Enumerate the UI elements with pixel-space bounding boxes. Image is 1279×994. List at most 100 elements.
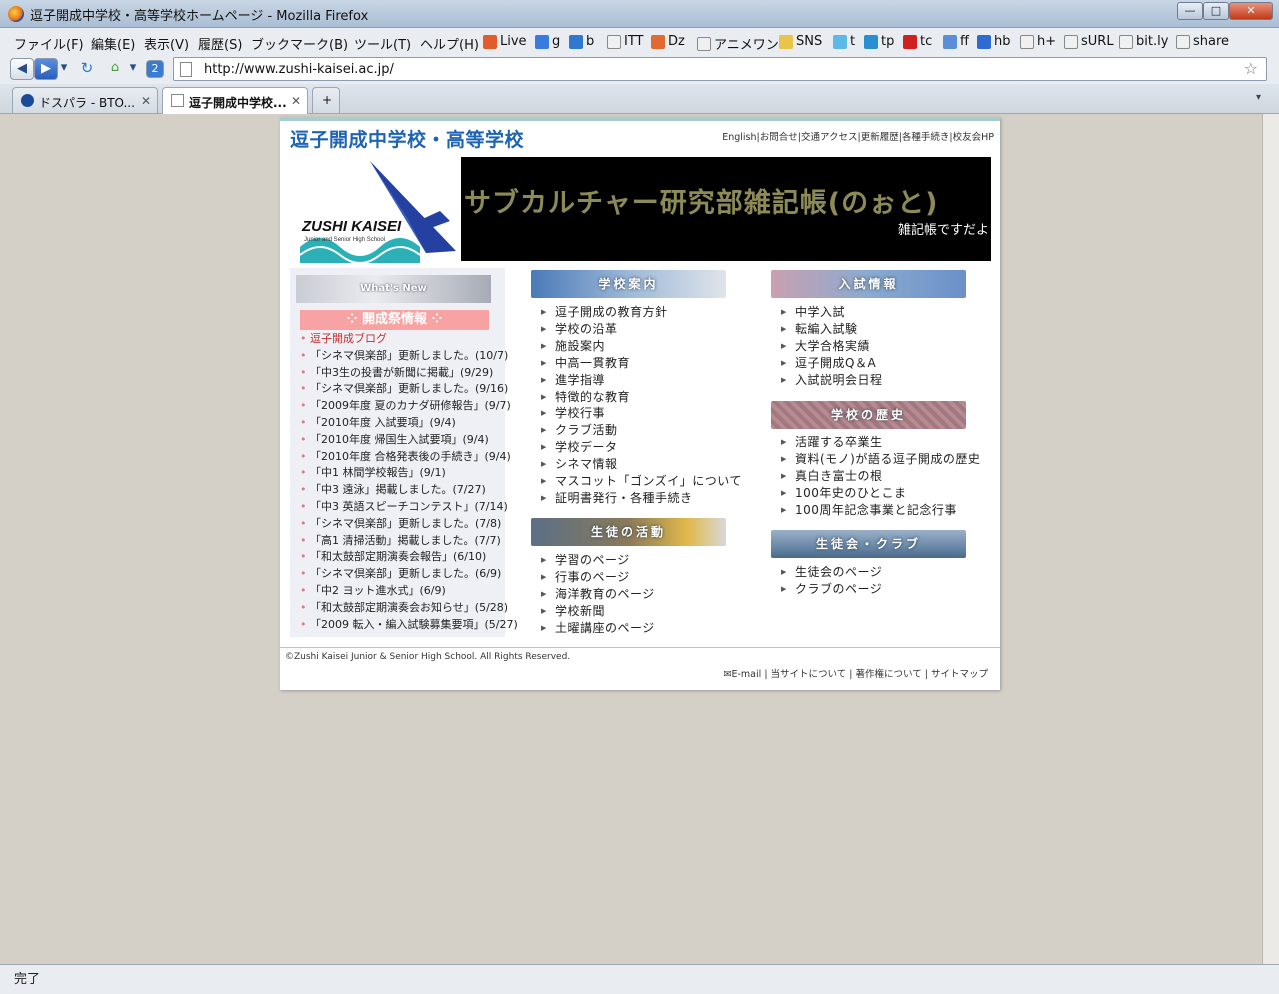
maximize-button[interactable]: □: [1203, 2, 1229, 20]
tab-dospara[interactable]: ドスパラ - BTO... ✕: [12, 87, 158, 113]
bookmark-item[interactable]: Live: [483, 34, 527, 49]
news-item[interactable]: 「中3 遠泳」掲載しました。(7/27): [300, 482, 518, 499]
nav-link[interactable]: 逗子開成の教育方針: [541, 304, 742, 321]
menu-edit[interactable]: 編集(E): [91, 34, 135, 53]
tab-close-icon[interactable]: ✕: [141, 94, 151, 108]
bookmark-item[interactable]: ff: [943, 34, 969, 49]
bookmark-item[interactable]: tc: [903, 34, 932, 49]
nav-link[interactable]: 100周年記念事業と記念行事: [781, 502, 980, 519]
tab-list-icon[interactable]: ▾: [1256, 92, 1261, 103]
news-item[interactable]: 「和太鼓部定期演奏会報告」(6/10): [300, 549, 518, 566]
section-header-history[interactable]: 学校の歴史: [771, 401, 966, 429]
news-item[interactable]: 「中2 ヨット進水式」(6/9): [300, 583, 518, 600]
news-item[interactable]: 「2009年度 夏のカナダ研修報告」(9/7): [300, 398, 518, 415]
tab-zushi-kaisei[interactable]: 逗子開成中学校... ✕: [162, 87, 308, 114]
site-title[interactable]: 逗子開成中学校・高等学校: [290, 125, 524, 152]
nav-link[interactable]: 証明書発行・各種手続き: [541, 490, 742, 507]
nav-link[interactable]: 学校新聞: [541, 603, 655, 620]
nav-link[interactable]: 学校データ: [541, 439, 742, 456]
nav-link[interactable]: 100年史のひとこま: [781, 485, 980, 502]
nav-link[interactable]: 学校の沿革: [541, 321, 742, 338]
nav-link[interactable]: 学習のページ: [541, 552, 655, 569]
news-item[interactable]: 「シネマ倶楽部」更新しました。(9/16): [300, 381, 518, 398]
news-item[interactable]: 「中3 英語スピーチコンテスト」(7/14): [300, 499, 518, 516]
news-item[interactable]: 「2010年度 入試要項」(9/4): [300, 415, 518, 432]
nav-link[interactable]: 進学指導: [541, 372, 742, 389]
bookmark-item[interactable]: hb: [977, 34, 1011, 49]
news-item[interactable]: 逗子開成ブログ: [300, 331, 518, 348]
news-item[interactable]: 「2009 転入・編入試験募集要項」(5/27): [300, 617, 518, 634]
section-header-about[interactable]: 学校案内: [531, 270, 726, 298]
news-item[interactable]: 「シネマ倶楽部」更新しました。(6/9): [300, 566, 518, 583]
section-header-students[interactable]: 生徒の活動: [531, 518, 726, 546]
nav-link[interactable]: シネマ情報: [541, 456, 742, 473]
addon-icon[interactable]: 2: [146, 60, 164, 78]
close-button[interactable]: ✕: [1229, 2, 1273, 20]
bookmark-item[interactable]: アニメワン: [697, 34, 779, 53]
vertical-scrollbar[interactable]: [1262, 114, 1279, 964]
nav-link[interactable]: 行事のページ: [541, 569, 655, 586]
bookmark-item[interactable]: bit.ly: [1119, 34, 1168, 49]
bookmark-item[interactable]: b: [569, 34, 594, 49]
url-bar[interactable]: http://www.zushi-kaisei.ac.jp/ ☆: [173, 57, 1267, 81]
bookmark-item[interactable]: t: [833, 34, 855, 49]
nav-link[interactable]: クラブ活動: [541, 422, 742, 439]
nav-link[interactable]: 土曜講座のページ: [541, 620, 655, 637]
menu-history[interactable]: 履歴(S): [198, 34, 242, 53]
footer-link[interactable]: E-mail: [732, 669, 762, 680]
back-button[interactable]: ◀: [10, 58, 34, 80]
bookmark-item[interactable]: tp: [864, 34, 894, 49]
news-item[interactable]: 「和太鼓部定期演奏会お知らせ」(5/28): [300, 600, 518, 617]
top-link[interactable]: お問合せ: [760, 129, 798, 143]
minimize-button[interactable]: —: [1177, 2, 1203, 20]
menu-bookmarks[interactable]: ブックマーク(B): [251, 34, 348, 53]
news-item[interactable]: 「中1 林間学校報告」(9/1): [300, 465, 518, 482]
nav-link[interactable]: 生徒会のページ: [781, 564, 882, 581]
bookmark-item[interactable]: Dz: [651, 34, 685, 49]
nav-link[interactable]: 大学合格実績: [781, 338, 883, 355]
nav-link[interactable]: マスコット「ゴンズイ」について: [541, 473, 742, 490]
news-item[interactable]: 「シネマ倶楽部」更新しました。(7/8): [300, 516, 518, 533]
nav-link[interactable]: 入試説明会日程: [781, 372, 883, 389]
nav-link[interactable]: 逗子開成Q＆A: [781, 355, 883, 372]
home-icon[interactable]: ⌂: [104, 58, 126, 80]
section-header-council[interactable]: 生徒会・クラブ: [771, 530, 966, 558]
nav-link[interactable]: 活躍する卒業生: [781, 434, 980, 451]
nav-link[interactable]: 中高一貫教育: [541, 355, 742, 372]
top-link[interactable]: English: [722, 132, 756, 143]
footer-link[interactable]: サイトマップ: [931, 669, 988, 680]
news-item[interactable]: 「高1 清掃活動」掲載しました。(7/7): [300, 533, 518, 550]
history-dropdown-icon[interactable]: ▾: [59, 58, 69, 80]
top-link[interactable]: 校友会HP: [953, 129, 994, 143]
bookmark-item[interactable]: h+: [1020, 34, 1056, 49]
section-header-admission[interactable]: 入試情報: [771, 270, 966, 298]
news-item[interactable]: 「2010年度 帰国生入試要項」(9/4): [300, 432, 518, 449]
top-link[interactable]: 交通アクセス: [801, 129, 858, 143]
news-item[interactable]: 「中3生の投書が新聞に掲載」(9/29): [300, 365, 518, 382]
menu-tools[interactable]: ツール(T): [354, 34, 411, 53]
nav-link[interactable]: 中学入試: [781, 304, 883, 321]
menu-file[interactable]: ファイル(F): [14, 34, 84, 53]
menu-view[interactable]: 表示(V): [144, 34, 189, 53]
reload-icon[interactable]: ↻: [76, 58, 98, 80]
bookmark-star-icon[interactable]: ☆: [1244, 59, 1258, 78]
nav-link[interactable]: 資料(モノ)が語る逗子開成の歴史: [781, 451, 980, 468]
bookmark-item[interactable]: sURL: [1064, 34, 1114, 49]
nav-link[interactable]: 真白き富士の根: [781, 468, 980, 485]
home-dropdown-icon[interactable]: ▾: [128, 58, 138, 80]
bookmark-item[interactable]: SNS: [779, 34, 822, 49]
bookmark-item[interactable]: share: [1176, 34, 1229, 49]
nav-link[interactable]: 特徴的な教育: [541, 389, 742, 406]
footer-link[interactable]: 著作権について: [856, 669, 922, 680]
nav-link[interactable]: 施設案内: [541, 338, 742, 355]
nav-link[interactable]: クラブのページ: [781, 581, 882, 598]
bookmark-item[interactable]: g: [535, 34, 560, 49]
forward-button[interactable]: ▶: [34, 58, 58, 80]
new-tab-button[interactable]: +: [312, 87, 340, 113]
banner[interactable]: サブカルチャー研究部雑記帳(のぉと) 雑記帳ですだよ: [461, 157, 991, 261]
festival-info-button[interactable]: ⁘ 開成祭情報 ⁘: [300, 310, 489, 330]
news-item[interactable]: 「シネマ倶楽部」更新しました。(10/7): [300, 348, 518, 365]
footer-link[interactable]: 当サイトについて: [771, 669, 847, 680]
nav-link[interactable]: 転編入試験: [781, 321, 883, 338]
nav-link[interactable]: 学校行事: [541, 405, 742, 422]
